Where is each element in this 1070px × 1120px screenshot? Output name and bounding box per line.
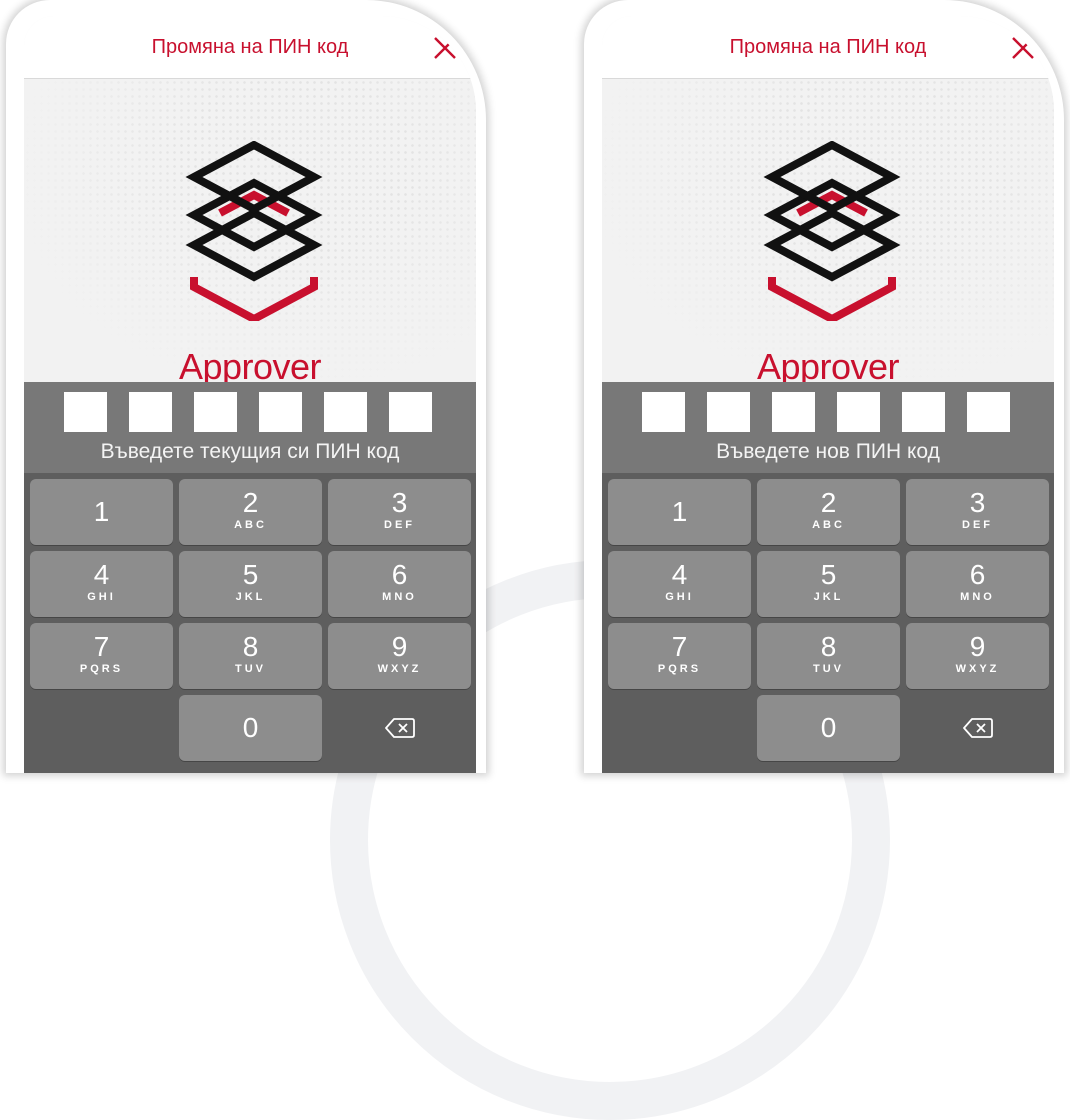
key-3[interactable]: 3 DEF bbox=[906, 479, 1049, 545]
key-letters: DEF bbox=[384, 519, 415, 531]
pin-digit-box[interactable] bbox=[389, 392, 432, 432]
phone-screen-current-pin: Промяна на ПИН код Approver Въведете тек… bbox=[6, 0, 486, 773]
pin-entry-area: Въведете нов ПИН код bbox=[602, 382, 1054, 473]
backspace-icon bbox=[384, 718, 415, 738]
key-number: 8 bbox=[820, 631, 837, 662]
key-number: 2 bbox=[820, 487, 837, 518]
page-title: Промяна на ПИН код bbox=[151, 36, 349, 58]
pin-prompt: Въведете нов ПИН код bbox=[716, 440, 940, 463]
numeric-keypad: 1 2 ABC 3 DEF 4 GHI 5 JKL 6 MNO 7 PQRS 8 TUV 9W… bbox=[602, 473, 1054, 773]
key-number: 8 bbox=[242, 631, 259, 662]
key-2[interactable]: 2 ABC bbox=[757, 479, 900, 545]
key-number: 1 bbox=[93, 496, 110, 527]
stacked-layers-logo-icon bbox=[185, 141, 323, 321]
key-number: 7 bbox=[671, 631, 688, 662]
key-number: 5 bbox=[242, 559, 259, 590]
pin-prompt: Въведете текущия си ПИН код bbox=[100, 440, 400, 463]
key-number: 4 bbox=[93, 559, 110, 590]
key-letters: TUV bbox=[813, 663, 844, 675]
key-6[interactable]: 6 MNO bbox=[906, 551, 1049, 617]
app-screen: Промяна на ПИН код Approver Въведете тек… bbox=[24, 16, 476, 773]
pin-digit-box[interactable] bbox=[772, 392, 815, 432]
key-letters: MNO bbox=[382, 591, 417, 603]
key-5[interactable]: 5 JKL bbox=[757, 551, 900, 617]
key-7[interactable]: 7 PQRS bbox=[30, 623, 173, 689]
pin-digit-box[interactable] bbox=[259, 392, 302, 432]
key-letters: JKL bbox=[813, 591, 844, 603]
pin-digit-box[interactable] bbox=[129, 392, 172, 432]
page-title: Промяна на ПИН код bbox=[729, 36, 927, 58]
key-4[interactable]: 4 GHI bbox=[30, 551, 173, 617]
pin-digit-box[interactable] bbox=[902, 392, 945, 432]
key-1[interactable]: 1 bbox=[30, 479, 173, 545]
backspace-icon bbox=[962, 718, 993, 738]
pin-entry-area: Въведете текущия си ПИН код bbox=[24, 382, 476, 473]
key-4[interactable]: 4 GHI bbox=[608, 551, 751, 617]
numeric-keypad: 1 2 ABC 3 DEF 4 GHI 5 JKL 6 MNO 7 PQRS 8 TUV 9W… bbox=[24, 473, 476, 773]
key-number: 9 bbox=[969, 631, 986, 662]
close-icon[interactable] bbox=[1010, 35, 1036, 61]
key-9[interactable]: 9 WXYZ bbox=[328, 623, 471, 689]
key-letters: DEF bbox=[962, 519, 993, 531]
stacked-layers-logo-icon bbox=[763, 141, 901, 321]
key-8[interactable]: 8 TUV bbox=[757, 623, 900, 689]
backspace-button[interactable] bbox=[328, 695, 471, 761]
pin-digit-box[interactable] bbox=[967, 392, 1010, 432]
backspace-button[interactable] bbox=[906, 695, 1049, 761]
key-number: 1 bbox=[671, 496, 688, 527]
pin-boxes bbox=[64, 392, 432, 432]
key-letters: TUV bbox=[235, 663, 266, 675]
key-letters: MNO bbox=[960, 591, 995, 603]
key-number: 9 bbox=[391, 631, 408, 662]
key-letters: WXYZ bbox=[377, 663, 422, 675]
key-3[interactable]: 3 DEF bbox=[328, 479, 471, 545]
key-letters: ABC bbox=[812, 519, 845, 531]
pin-digit-box[interactable] bbox=[707, 392, 750, 432]
key-number: 3 bbox=[391, 487, 408, 518]
key-5[interactable]: 5 JKL bbox=[179, 551, 322, 617]
key-2[interactable]: 2 ABC bbox=[179, 479, 322, 545]
pin-digit-box[interactable] bbox=[642, 392, 685, 432]
key-0[interactable]: 0 bbox=[757, 695, 900, 761]
key-number: 3 bbox=[969, 487, 986, 518]
key-7[interactable]: 7 PQRS bbox=[608, 623, 751, 689]
pin-boxes bbox=[642, 392, 1010, 432]
close-icon[interactable] bbox=[432, 35, 458, 61]
app-screen: Промяна на ПИН код Approver Въведете нов… bbox=[602, 16, 1054, 773]
key-9[interactable]: 9 WXYZ bbox=[906, 623, 1049, 689]
header: Промяна на ПИН код bbox=[24, 16, 476, 79]
key-letters: GHI bbox=[87, 591, 116, 603]
key-number: 7 bbox=[93, 631, 110, 662]
key-1[interactable]: 1 bbox=[608, 479, 751, 545]
key-letters: ABC bbox=[234, 519, 267, 531]
key-letters: JKL bbox=[235, 591, 266, 603]
pin-digit-box[interactable] bbox=[194, 392, 237, 432]
key-number: 6 bbox=[969, 559, 986, 590]
key-6[interactable]: 6 MNO bbox=[328, 551, 471, 617]
key-number: 6 bbox=[391, 559, 408, 590]
key-letters: PQRS bbox=[657, 663, 702, 675]
key-number: 5 bbox=[820, 559, 837, 590]
header: Промяна на ПИН код bbox=[602, 16, 1054, 79]
pin-digit-box[interactable] bbox=[64, 392, 107, 432]
key-number: 0 bbox=[242, 712, 259, 743]
pin-digit-box[interactable] bbox=[837, 392, 880, 432]
key-number: 2 bbox=[242, 487, 259, 518]
key-letters: PQRS bbox=[79, 663, 124, 675]
key-0[interactable]: 0 bbox=[179, 695, 322, 761]
pin-digit-box[interactable] bbox=[324, 392, 367, 432]
key-number: 4 bbox=[671, 559, 688, 590]
phone-screen-new-pin: Промяна на ПИН код Approver Въведете нов… bbox=[584, 0, 1064, 773]
key-letters: WXYZ bbox=[955, 663, 1000, 675]
key-number: 0 bbox=[820, 712, 837, 743]
key-8[interactable]: 8 TUV bbox=[179, 623, 322, 689]
key-letters: GHI bbox=[665, 591, 694, 603]
